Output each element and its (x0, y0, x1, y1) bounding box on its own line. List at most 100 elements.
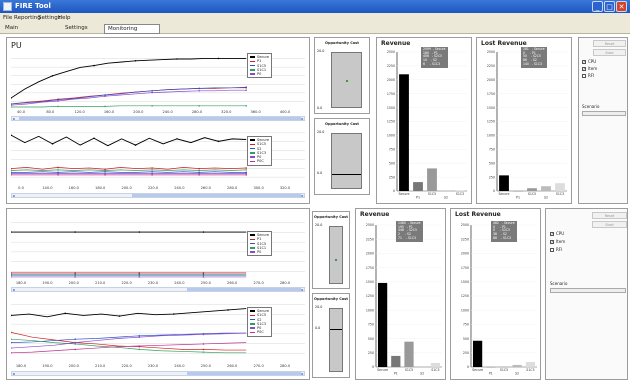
checkbox-item[interactable]: ✓ Item (582, 66, 597, 71)
x-category-label: S1C3 (456, 192, 464, 196)
y-tick-label: 2250 (387, 64, 395, 68)
legend-entry: P0C (250, 330, 269, 334)
data-point (202, 348, 205, 351)
checkbox-cpu[interactable]: ✓ CPU (582, 59, 596, 64)
data-point (74, 348, 76, 351)
y-tick-label: 2250 (366, 237, 374, 241)
y-tick-label: 1000 (487, 134, 495, 138)
scroll-right-arrow-icon[interactable]: ▸ (300, 116, 305, 121)
x-tick-label: 120.0 (74, 110, 85, 114)
scroll-left-arrow-icon[interactable]: ◂ (11, 371, 16, 376)
reset-button[interactable]: Reset (593, 40, 626, 47)
reset-button[interactable]: Reset (592, 212, 627, 219)
legend-label: P0 (257, 250, 262, 255)
x-tick-label: 240.0 (174, 186, 185, 190)
tab-main[interactable]: Main (2, 24, 44, 34)
checkbox-icon[interactable]: ✓ (582, 60, 586, 64)
checkbox-cpu[interactable]: ✓ CPU (550, 231, 564, 236)
data-point (11, 274, 12, 277)
y-tick-label: 750 (489, 148, 495, 152)
checkbox-icon[interactable]: ✓ (582, 67, 586, 71)
x-tick-label: 250.0 (200, 364, 211, 368)
y-tick-label: 1500 (387, 106, 395, 110)
checkbox-icon[interactable] (582, 74, 586, 78)
title-bar: FIRE Tool _ □ ✕ (0, 0, 630, 13)
menu-file[interactable]: File (3, 13, 12, 23)
bar (555, 183, 565, 191)
data-point (11, 169, 12, 172)
horizontal-scrollbar[interactable]: ◂ ▸ (11, 193, 305, 198)
x-tick-label: 260.0 (200, 186, 211, 190)
scroll-right-arrow-icon[interactable]: ▸ (300, 193, 305, 198)
scroll-left-arrow-icon[interactable]: ◂ (11, 287, 16, 292)
scroll-left-arrow-icon[interactable]: ◂ (11, 116, 16, 121)
scenario-select[interactable] (582, 111, 626, 116)
x-tick-label: 200.0 (68, 281, 79, 285)
scroll-thumb[interactable] (187, 372, 301, 375)
data-point (57, 105, 59, 108)
checkbox-rfi[interactable]: RFI (582, 73, 594, 78)
checkbox-rfi[interactable]: RFI (550, 247, 562, 252)
checkbox-icon[interactable]: ✓ (550, 232, 554, 236)
data-point (198, 105, 200, 107)
data-point (51, 143, 54, 145)
start-button[interactable]: Start (592, 221, 627, 228)
bar (541, 186, 551, 191)
y-tick-label: 250 (463, 351, 469, 355)
data-point (104, 174, 106, 176)
horizontal-scrollbar[interactable]: ◂ ▸ (11, 116, 305, 121)
data-point (138, 274, 141, 277)
scroll-right-arrow-icon[interactable]: ▸ (300, 371, 305, 376)
series-line-P0C (11, 342, 247, 354)
x-tick-label: 160.0 (103, 110, 115, 114)
data-point (138, 276, 141, 278)
data-point (151, 174, 153, 176)
x-tick-label: 190.0 (42, 364, 53, 368)
checkbox-item[interactable]: ✓ Item (550, 239, 565, 244)
horizontal-scrollbar[interactable]: ◂ ▸ (11, 371, 305, 376)
legend-swatch (250, 160, 255, 163)
legend-swatch (250, 323, 255, 325)
start-button[interactable]: Start (593, 49, 626, 56)
menu-help[interactable]: Help (58, 13, 71, 23)
data-point (11, 276, 12, 278)
legend-swatch (250, 147, 255, 150)
opportunity-cost-mid: 0.0 (317, 171, 323, 175)
x-tick-label: 220.0 (147, 186, 159, 190)
scroll-left-arrow-icon[interactable]: ◂ (11, 193, 16, 198)
scroll-right-arrow-icon[interactable]: ▸ (300, 287, 305, 292)
bar (391, 355, 401, 367)
data-point (74, 341, 76, 344)
data-point (138, 231, 141, 233)
legend-swatch (250, 152, 255, 154)
opportunity-cost-panel: Opportunity Cost 20.0 0.0 (314, 118, 370, 195)
scroll-thumb[interactable] (132, 194, 301, 197)
scenario-select[interactable] (550, 288, 626, 293)
lost-revenue-panel: Lost Revenue 2500 2250 2000 1750 1500 1250 100… (450, 208, 541, 380)
data-point (64, 312, 67, 315)
scroll-thumb[interactable] (187, 288, 301, 291)
close-button[interactable]: ✕ (616, 1, 627, 12)
opportunity-cost-panel: Opportunity Cost 20.0 0.0 (314, 37, 370, 114)
data-point (198, 87, 200, 90)
side-controls: Reset Start ✓ CPU ✓ Item RFI Scenario (545, 208, 628, 380)
data-point (217, 140, 220, 143)
tab-monitoring[interactable]: Monitoring (104, 24, 160, 34)
horizontal-scrollbar[interactable]: ◂ ▸ (11, 287, 305, 292)
top-line-panel: PU Secure P1 S1C5 S1C1 P0 40.0 80.0 120.0 160.0… (6, 37, 310, 204)
series-line-Secure (11, 134, 247, 147)
minimize-button[interactable]: _ (592, 1, 603, 12)
x-tick-label: 260.0 (227, 281, 238, 285)
tab-settings[interactable]: Settings (62, 24, 106, 34)
scroll-thumb[interactable] (19, 117, 301, 120)
maximize-button[interactable]: □ (604, 1, 615, 12)
checkbox-icon[interactable]: ✓ (550, 240, 554, 244)
data-point (151, 170, 153, 173)
chart-legend: Secure S1C5 S2 S1C3 P0 P0C (247, 136, 273, 166)
panel-title: PU (11, 41, 22, 50)
menu-reporting[interactable]: Reporting (14, 13, 41, 23)
opportunity-cost-title: Opportunity Cost (325, 122, 359, 126)
x-tick-label: 360.0 (250, 110, 261, 114)
checkbox-icon[interactable] (550, 248, 554, 252)
menu-bar: File Reporting Settings Help (0, 13, 630, 23)
